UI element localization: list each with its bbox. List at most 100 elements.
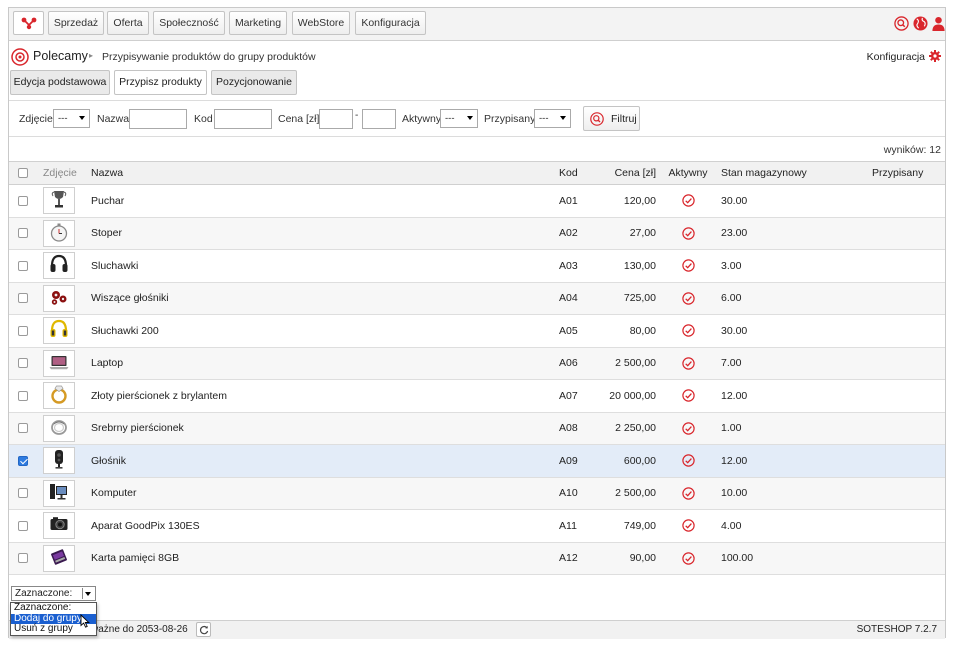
table-row[interactable]: Głośnik A09 600,00 12.00 (9, 445, 945, 478)
product-name[interactable]: Komputer (91, 478, 137, 510)
product-thumbnail[interactable] (43, 447, 75, 475)
product-thumbnail[interactable] (43, 512, 75, 540)
filter-price-from-input[interactable] (319, 109, 353, 129)
active-check-icon[interactable] (681, 292, 695, 305)
select-all-checkbox[interactable] (18, 168, 28, 178)
product-name[interactable]: Złoty pierścionek z brylantem (91, 380, 227, 412)
filter-code-input[interactable] (214, 109, 272, 129)
nav-oferta[interactable]: Oferta (107, 11, 149, 35)
active-check-icon[interactable] (681, 519, 695, 532)
filter-assigned-select[interactable]: --- (534, 109, 571, 128)
product-thumbnail[interactable] (43, 187, 75, 215)
row-checkbox[interactable] (18, 325, 28, 336)
row-checkbox[interactable] (18, 228, 28, 239)
configuration-link[interactable]: Konfiguracja (867, 51, 925, 63)
nav-marketing[interactable]: Marketing (229, 11, 287, 35)
product-thumbnail[interactable] (43, 219, 75, 247)
table-row[interactable]: Aparat GoodPix 130ES A11 749,00 4.00 (9, 510, 945, 543)
header-stock[interactable]: Stan magazynowy (721, 162, 807, 184)
table-row[interactable]: Słuchawki 200 A05 80,00 30.00 (9, 315, 945, 348)
row-checkbox[interactable] (18, 358, 28, 369)
row-checkbox[interactable] (18, 553, 28, 564)
product-photo-cell (43, 315, 75, 347)
table-row[interactable]: Sluchawki A03 130,00 3.00 (9, 250, 945, 283)
nav-webstore[interactable]: WebStore (292, 11, 350, 35)
filter-name-input[interactable] (129, 109, 187, 129)
row-checkbox[interactable] (18, 520, 28, 531)
row-checkbox[interactable] (18, 390, 28, 401)
row-checkbox[interactable] (18, 455, 28, 466)
product-name[interactable]: Sluchawki (91, 250, 138, 282)
table-row[interactable]: Złoty pierścionek z brylantem A07 20 000,0… (9, 380, 945, 413)
product-thumbnail[interactable] (43, 414, 75, 442)
table-row[interactable]: Srebrny pierścionek A08 2 250,00 1.00 (9, 412, 945, 445)
product-name[interactable]: Laptop (91, 348, 123, 380)
product-thumbnail[interactable] (43, 284, 75, 312)
table-row[interactable]: Karta pamięci 8GB A12 90,00 100.00 (9, 542, 945, 575)
search-icon (590, 112, 604, 126)
refresh-button[interactable] (196, 622, 211, 637)
filter-photo-select[interactable]: --- (53, 109, 90, 128)
product-name[interactable]: Aparat GoodPix 130ES (91, 510, 200, 542)
product-name[interactable]: Karta pamięci 8GB (91, 543, 179, 575)
filter-active-select[interactable]: --- (440, 109, 478, 128)
tab-przypisz-produkty[interactable]: Przypisz produkty (114, 70, 207, 95)
row-checkbox-cell (18, 283, 28, 315)
active-check-icon[interactable] (681, 194, 695, 207)
product-thumbnail[interactable] (43, 479, 75, 507)
header-price[interactable]: Cena [zł] (589, 162, 656, 184)
user-icon[interactable] (931, 16, 946, 31)
active-check-icon[interactable] (681, 259, 695, 272)
bulk-action-select[interactable]: Zaznaczone: (11, 586, 96, 601)
tab-pozycjonowanie[interactable]: Pozycjonowanie (211, 70, 297, 95)
row-checkbox[interactable] (18, 195, 28, 206)
active-check-icon[interactable] (681, 454, 695, 467)
nav-spolecznosc[interactable]: Społeczność (153, 11, 225, 35)
product-thumbnail[interactable] (43, 382, 75, 410)
active-check-icon[interactable] (681, 357, 695, 370)
row-checkbox[interactable] (18, 260, 28, 271)
product-name[interactable]: Stoper (91, 218, 122, 250)
active-check-icon[interactable] (681, 227, 695, 240)
table-row[interactable]: Komputer A10 2 500,00 10.00 (9, 477, 945, 510)
breadcrumb-root[interactable]: Polecamy (33, 49, 88, 63)
table-row[interactable]: Wiszące głośniki A04 725,00 6.00 (9, 282, 945, 315)
active-check-icon[interactable] (681, 552, 695, 565)
nav-konfiguracja[interactable]: Konfiguracja (355, 11, 426, 35)
product-thumbnail[interactable] (43, 349, 75, 377)
product-thumbnail[interactable] (43, 252, 75, 280)
header-name[interactable]: Nazwa (91, 162, 123, 184)
row-checkbox[interactable] (18, 488, 28, 499)
product-name[interactable]: Głośnik (91, 445, 126, 477)
filter-button[interactable]: Filtruj (583, 106, 640, 131)
header-assigned[interactable]: Przypisany (872, 162, 923, 184)
tab-edycja-podstawowa[interactable]: Edycja podstawowa (10, 70, 110, 95)
mouse-pointer-icon (80, 614, 90, 628)
dropdown-option-selected[interactable]: Zaznaczone: (11, 602, 96, 614)
product-name[interactable]: Puchar (91, 185, 124, 217)
row-checkbox[interactable] (18, 423, 28, 434)
product-code: A10 (559, 487, 578, 500)
logo-button[interactable] (13, 11, 44, 35)
header-active[interactable]: Aktywny (668, 162, 707, 184)
table-row[interactable]: Laptop A06 2 500,00 7.00 (9, 347, 945, 380)
product-name[interactable]: Słuchawki 200 (91, 315, 159, 347)
product-name[interactable]: Wiszące głośniki (91, 283, 169, 315)
header-code[interactable]: Kod (559, 162, 578, 184)
gear-icon[interactable] (929, 50, 941, 62)
search-icon[interactable] (894, 16, 909, 31)
active-check-icon[interactable] (681, 487, 695, 500)
active-check-icon[interactable] (681, 422, 695, 435)
product-name[interactable]: Srebrny pierścionek (91, 413, 184, 445)
active-check-icon[interactable] (681, 389, 695, 402)
globe-icon[interactable] (913, 16, 928, 31)
table-row[interactable]: Puchar A01 120,00 30.00 (9, 185, 945, 218)
product-price: 20 000,00 (609, 389, 656, 402)
table-row[interactable]: Stoper A02 27,00 23.00 (9, 217, 945, 250)
nav-sprzedaz[interactable]: Sprzedaż (48, 11, 104, 35)
product-thumbnail[interactable] (43, 544, 75, 572)
row-checkbox[interactable] (18, 293, 28, 304)
filter-price-to-input[interactable] (362, 109, 396, 129)
active-check-icon[interactable] (681, 324, 695, 337)
product-thumbnail[interactable] (43, 317, 75, 345)
